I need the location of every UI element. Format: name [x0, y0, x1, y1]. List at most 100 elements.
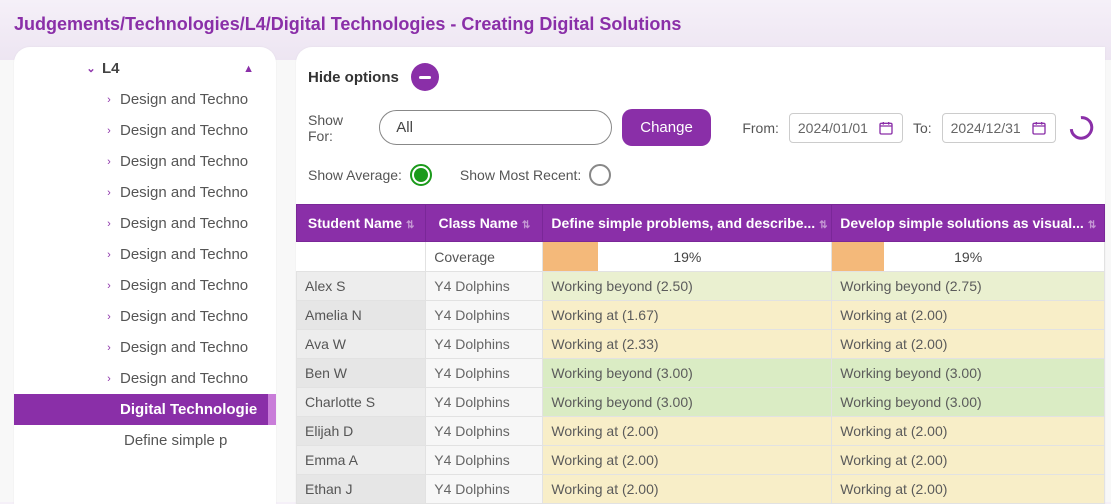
class-name-cell: Y4 Dolphins	[426, 359, 543, 388]
student-name-cell: Charlotte S	[297, 388, 426, 417]
class-name-cell: Y4 Dolphins	[426, 301, 543, 330]
tree-node-l4[interactable]: ⌄ L4 ▲	[14, 53, 276, 84]
tree-node-sub[interactable]: Define simple p	[14, 425, 276, 456]
student-name-cell: Elijah D	[297, 417, 426, 446]
chevron-right-icon: ›	[98, 218, 120, 230]
class-name-cell: Y4 Dolphins	[426, 446, 543, 475]
assessment-cell: Working at (2.00)	[832, 330, 1105, 359]
chevron-right-icon: ›	[98, 373, 120, 385]
assessment-table: Student Name⇅ Class Name⇅ Define simple …	[296, 204, 1105, 504]
coverage-bar-2: 19%	[832, 242, 1105, 272]
assessment-cell: Working beyond (3.00)	[543, 359, 832, 388]
coverage-row: Coverage 19% 19%	[297, 242, 1105, 272]
assessment-cell: Working beyond (3.00)	[832, 359, 1105, 388]
tree-label: Design and Techno	[120, 370, 248, 387]
student-name-cell: Ben W	[297, 359, 426, 388]
coverage-bar-1: 19%	[543, 242, 832, 272]
show-recent-label: Show Most Recent:	[460, 167, 581, 183]
tree-node[interactable]: ›Design and Techno	[14, 363, 276, 394]
assessment-cell: Working at (2.00)	[832, 475, 1105, 504]
assessment-cell: Working at (2.00)	[832, 446, 1105, 475]
minus-icon	[419, 76, 431, 79]
chevron-right-icon: ›	[98, 249, 120, 261]
breadcrumb: Judgements/Technologies/L4/Digital Techn…	[0, 0, 1111, 47]
calendar-icon	[1031, 120, 1047, 136]
tree-label: Design and Techno	[120, 339, 248, 356]
tree-node[interactable]: ›Design and Techno	[14, 270, 276, 301]
tree-label: L4	[102, 60, 120, 77]
col-criteria-2[interactable]: Develop simple solutions as visual...⇅	[832, 205, 1105, 242]
change-button[interactable]: Change	[622, 109, 711, 146]
tree-label: Design and Techno	[120, 308, 248, 325]
table-row: Elijah DY4 DolphinsWorking at (2.00)Work…	[297, 417, 1105, 446]
date-to-value: 2024/12/31	[951, 120, 1021, 136]
col-criteria-1[interactable]: Define simple problems, and describe...⇅	[543, 205, 832, 242]
assessment-cell: Working beyond (2.50)	[543, 272, 832, 301]
class-name-cell: Y4 Dolphins	[426, 417, 543, 446]
tree-node[interactable]: ›Design and Techno	[14, 332, 276, 363]
chevron-down-icon: ⌄	[80, 62, 102, 75]
tree-label: Design and Techno	[120, 91, 248, 108]
refresh-icon[interactable]	[1065, 111, 1098, 144]
show-average-radio[interactable]	[410, 164, 432, 186]
chevron-right-icon: ›	[98, 280, 120, 292]
tree-label: Design and Techno	[120, 153, 248, 170]
student-name-cell: Ava W	[297, 330, 426, 359]
tree-node[interactable]: ›Design and Techno	[14, 146, 276, 177]
student-name-cell: Alex S	[297, 272, 426, 301]
class-name-cell: Y4 Dolphins	[426, 330, 543, 359]
student-name-cell: Ethan J	[297, 475, 426, 504]
sort-icon: ⇅	[522, 220, 530, 231]
hide-options-label: Hide options	[308, 69, 399, 86]
assessment-cell: Working beyond (2.75)	[832, 272, 1105, 301]
tree-label: Design and Techno	[120, 215, 248, 232]
tree-node[interactable]: ›Design and Techno	[14, 115, 276, 146]
date-to-input[interactable]: 2024/12/31	[942, 113, 1056, 143]
assessment-cell: Working at (2.33)	[543, 330, 832, 359]
class-name-cell: Y4 Dolphins	[426, 388, 543, 417]
col-class-name[interactable]: Class Name⇅	[426, 205, 543, 242]
tree-label: Define simple p	[124, 432, 227, 449]
assessment-cell: Working at (1.67)	[543, 301, 832, 330]
table-row: Charlotte SY4 DolphinsWorking beyond (3.…	[297, 388, 1105, 417]
class-name-cell: Y4 Dolphins	[426, 475, 543, 504]
from-label: From:	[742, 120, 779, 136]
show-for-input[interactable]	[379, 110, 612, 145]
tree-node[interactable]: ›Design and Techno	[14, 239, 276, 270]
assessment-cell: Working beyond (3.00)	[543, 388, 832, 417]
assessment-cell: Working at (2.00)	[543, 475, 832, 504]
table-row: Ben WY4 DolphinsWorking beyond (3.00)Wor…	[297, 359, 1105, 388]
coverage-label: Coverage	[426, 242, 543, 272]
chevron-right-icon: ›	[98, 311, 120, 323]
collapse-options-button[interactable]	[411, 63, 439, 91]
coverage-value: 19%	[543, 242, 831, 271]
tree-node-active[interactable]: › Digital Technologie	[14, 394, 276, 425]
tree-node[interactable]: ›Design and Techno	[14, 208, 276, 239]
table-row: Ethan JY4 DolphinsWorking at (2.00)Worki…	[297, 475, 1105, 504]
show-average-label: Show Average:	[308, 167, 402, 183]
show-recent-radio[interactable]	[589, 164, 611, 186]
assessment-cell: Working at (2.00)	[543, 446, 832, 475]
sort-icon: ⇅	[406, 220, 414, 231]
col-student-name[interactable]: Student Name⇅	[297, 205, 426, 242]
table-row: Alex SY4 DolphinsWorking beyond (2.50)Wo…	[297, 272, 1105, 301]
sort-icon: ⇅	[819, 220, 827, 231]
tree-label: Design and Techno	[120, 277, 248, 294]
coverage-value: 19%	[832, 242, 1104, 271]
tree-label: Digital Technologie	[120, 401, 257, 418]
main-panel: Hide options Show For: Change From: 2024…	[296, 47, 1105, 504]
to-label: To:	[913, 120, 932, 136]
student-name-cell: Emma A	[297, 446, 426, 475]
tree-node[interactable]: ›Design and Techno	[14, 177, 276, 208]
calendar-icon	[878, 120, 894, 136]
sort-icon: ⇅	[1088, 220, 1096, 231]
tree-node[interactable]: ›Design and Techno	[14, 301, 276, 332]
caret-up-icon: ▲	[243, 63, 254, 75]
assessment-cell: Working beyond (3.00)	[832, 388, 1105, 417]
tree-node[interactable]: ›Design and Techno	[14, 84, 276, 115]
chevron-right-icon: ›	[98, 187, 120, 199]
tree-label: Design and Techno	[120, 246, 248, 263]
chevron-right-icon: ›	[98, 342, 120, 354]
assessment-cell: Working at (2.00)	[832, 301, 1105, 330]
date-from-input[interactable]: 2024/01/01	[789, 113, 903, 143]
